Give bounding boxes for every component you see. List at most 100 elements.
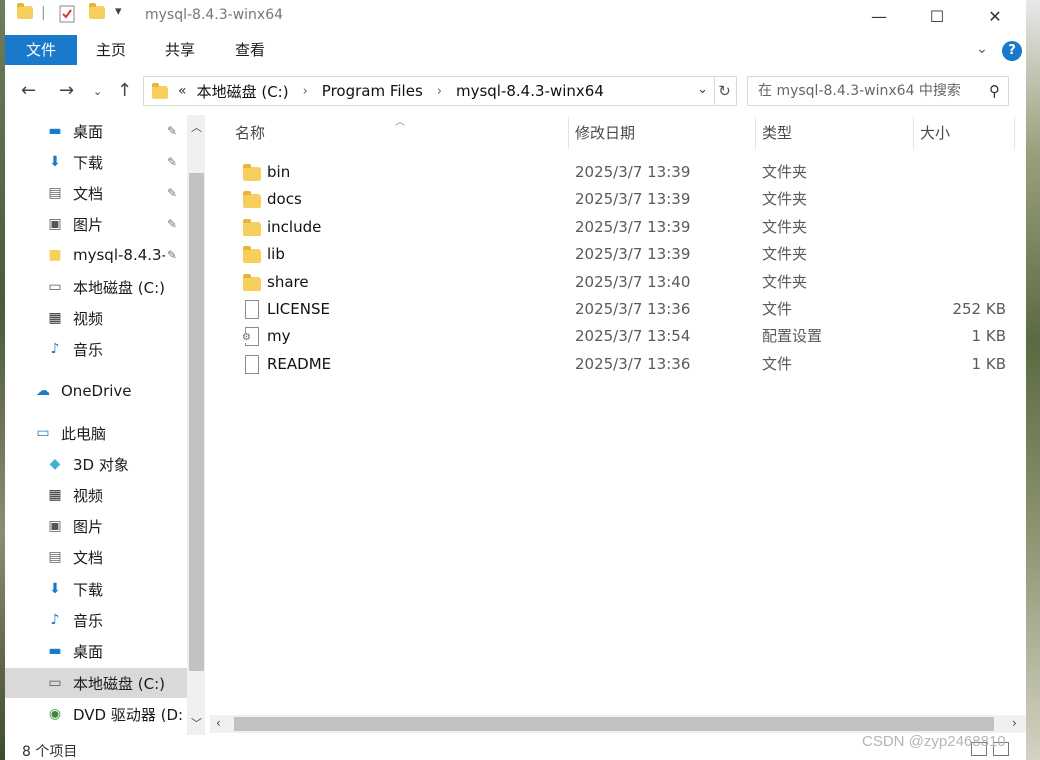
sidebar-item-label: 下载 [73, 580, 104, 599]
horizontal-scroll-thumb[interactable] [234, 717, 994, 731]
sidebar-item[interactable]: ▦ 视频 [5, 303, 187, 333]
pin-icon[interactable]: ✎ [167, 186, 177, 200]
breadcrumb-mysql[interactable]: mysql-8.4.3-winx64 [456, 82, 604, 100]
customize-toolbar-icon[interactable]: ▾ [115, 4, 122, 19]
scroll-up-arrow-icon[interactable]: ︿ [191, 119, 202, 135]
back-arrow-icon[interactable]: ← [21, 80, 36, 101]
sidebar-item[interactable]: ♪ 音乐 [5, 605, 187, 635]
ribbon-tabs: 文件 主页 共享 查看 ⌄ ? [5, 35, 1026, 65]
recent-locations-chevron-icon[interactable]: ⌄ [93, 85, 102, 98]
file-explorer-window: | ▾ mysql-8.4.3-winx64 — ☐ ✕ 文件 主页 共享 查看… [5, 0, 1026, 760]
column-divider[interactable] [913, 117, 914, 149]
minimize-button[interactable]: — [850, 0, 908, 32]
sidebar-item[interactable]: ▬ 桌面 [5, 636, 187, 666]
breadcrumb-separator-icon[interactable]: › [303, 84, 308, 99]
navigation-pane: ▬ 桌面 ✎ ⬇ 下载 ✎ ▤ 文档 ✎ ▣ 图片 ✎ ■ mysql-8.4.3- ✎ ▭ 本地磁盘 (C:)… [5, 115, 207, 735]
address-bar[interactable]: « 本地磁盘 (C:) › Program Files › mysql-8.4.… [143, 76, 715, 106]
file-row[interactable]: include 2025/3/7 13:39 文件夹 [210, 214, 1016, 241]
sidebar-item[interactable]: ♪ 音乐 [5, 334, 187, 364]
file-size: 1 KB [971, 354, 1006, 373]
sidebar-item[interactable]: ⬇ 下载 [5, 574, 187, 604]
file-type: 配置设置 [762, 327, 823, 346]
sidebar-item[interactable]: ▤ 文档 [5, 542, 187, 572]
file-date: 2025/3/7 13:39 [575, 217, 691, 236]
horizontal-scrollbar[interactable]: ‹ › [210, 715, 1026, 733]
file-icon [245, 300, 259, 319]
sidebar-item[interactable]: ☁ OneDrive [5, 376, 187, 406]
file-row[interactable]: LICENSE 2025/3/7 13:36 文件 252 KB [210, 296, 1016, 323]
column-divider[interactable] [1014, 117, 1015, 149]
column-header-type[interactable]: 类型 [762, 115, 792, 151]
tab-share[interactable]: 共享 [145, 35, 215, 65]
sidebar-item-label: 音乐 [73, 340, 104, 359]
file-row[interactable]: lib 2025/3/7 13:39 文件夹 [210, 241, 1016, 268]
column-divider[interactable] [568, 117, 569, 149]
toolbar-divider: | [41, 5, 46, 21]
breadcrumb-program-files[interactable]: Program Files [322, 82, 423, 100]
breadcrumb-local-disk[interactable]: 本地磁盘 (C:) [197, 81, 289, 102]
breadcrumb-separator-icon[interactable]: › [437, 84, 442, 99]
column-divider[interactable] [755, 117, 756, 149]
help-icon[interactable]: ? [1002, 41, 1022, 61]
breadcrumb-overflow-icon[interactable]: « [178, 83, 187, 99]
address-history-chevron-icon[interactable]: ⌄ [697, 82, 708, 97]
sidebar-item-label: 视频 [73, 486, 104, 505]
sidebar-item[interactable]: ▤ 文档 ✎ [5, 178, 187, 208]
column-header-date[interactable]: 修改日期 [575, 115, 635, 151]
sidebar-item[interactable]: ■ mysql-8.4.3- ✎ [5, 240, 187, 270]
file-type: 文件夹 [762, 245, 808, 264]
desktop-icon: ▬ [48, 643, 62, 659]
videos-icon: ▦ [48, 310, 62, 326]
search-box[interactable]: ⚲ [747, 76, 1009, 106]
search-input[interactable] [748, 77, 974, 105]
vertical-scroll-thumb[interactable] [189, 173, 204, 671]
sidebar-item[interactable]: ▭ 本地磁盘 (C:) [5, 668, 187, 698]
sidebar-item-label: 音乐 [73, 611, 104, 630]
column-header-size[interactable]: 大小 [920, 115, 950, 151]
scroll-down-arrow-icon[interactable]: ﹀ [191, 715, 202, 731]
sidebar-item[interactable]: ▭ 此电脑 [5, 418, 187, 448]
tab-file[interactable]: 文件 [5, 35, 77, 65]
file-type: 文件夹 [762, 217, 808, 236]
pin-icon[interactable]: ✎ [167, 248, 177, 262]
scroll-right-arrow-icon[interactable]: › [1012, 716, 1017, 730]
folder-icon [243, 273, 261, 291]
pin-icon[interactable]: ✎ [167, 217, 177, 231]
dvd-drive-icon: ◉ [48, 706, 62, 722]
folder-icon [243, 246, 261, 264]
navigation-pane-scrollbar[interactable]: ︿ ﹀ [187, 115, 205, 735]
window-title: mysql-8.4.3-winx64 [145, 7, 284, 23]
file-type: 文件夹 [762, 163, 808, 181]
expand-ribbon-chevron-icon[interactable]: ⌄ [969, 35, 995, 65]
scroll-left-arrow-icon[interactable]: ‹ [216, 716, 221, 730]
file-row[interactable]: bin 2025/3/7 13:39 文件夹 [210, 159, 1016, 186]
close-button[interactable]: ✕ [966, 0, 1024, 32]
sidebar-item[interactable]: ▦ 视频 [5, 480, 187, 510]
sidebar-item[interactable]: ⬇ 下载 ✎ [5, 147, 187, 177]
file-row[interactable]: my 2025/3/7 13:54 配置设置 1 KB [210, 323, 1016, 350]
refresh-icon[interactable]: ↻ [713, 76, 737, 106]
maximize-button[interactable]: ☐ [908, 0, 966, 32]
search-icon[interactable]: ⚲ [989, 82, 1000, 100]
download-icon: ⬇ [49, 154, 61, 170]
file-row[interactable]: share 2025/3/7 13:40 文件夹 [210, 269, 1016, 296]
sidebar-item[interactable]: ◆ 3D 对象 [5, 449, 187, 479]
config-file-icon [242, 327, 259, 347]
sidebar-item[interactable]: ▭ 本地磁盘 (C:) [5, 272, 187, 302]
pin-icon[interactable]: ✎ [167, 124, 177, 138]
file-row[interactable]: docs 2025/3/7 13:39 文件夹 [210, 186, 1016, 213]
sidebar-item[interactable]: ▬ 桌面 ✎ [5, 116, 187, 146]
up-arrow-icon[interactable]: ↑ [117, 80, 132, 101]
sidebar-item[interactable]: ▣ 图片 [5, 511, 187, 541]
forward-arrow-icon[interactable]: → [59, 80, 74, 101]
tab-view[interactable]: 查看 [215, 35, 285, 65]
sidebar-item[interactable]: ▣ 图片 ✎ [5, 209, 187, 239]
column-header-name[interactable]: 名称 [235, 115, 265, 151]
pin-icon[interactable]: ✎ [167, 155, 177, 169]
sidebar-item[interactable]: ◉ DVD 驱动器 (D: [5, 699, 187, 729]
tab-home[interactable]: 主页 [77, 35, 145, 65]
file-row[interactable]: README 2025/3/7 13:36 文件 1 KB [210, 351, 1016, 378]
sidebar-item-label: 文档 [73, 548, 104, 567]
properties-icon[interactable] [59, 5, 75, 23]
new-folder-icon[interactable] [89, 3, 105, 19]
